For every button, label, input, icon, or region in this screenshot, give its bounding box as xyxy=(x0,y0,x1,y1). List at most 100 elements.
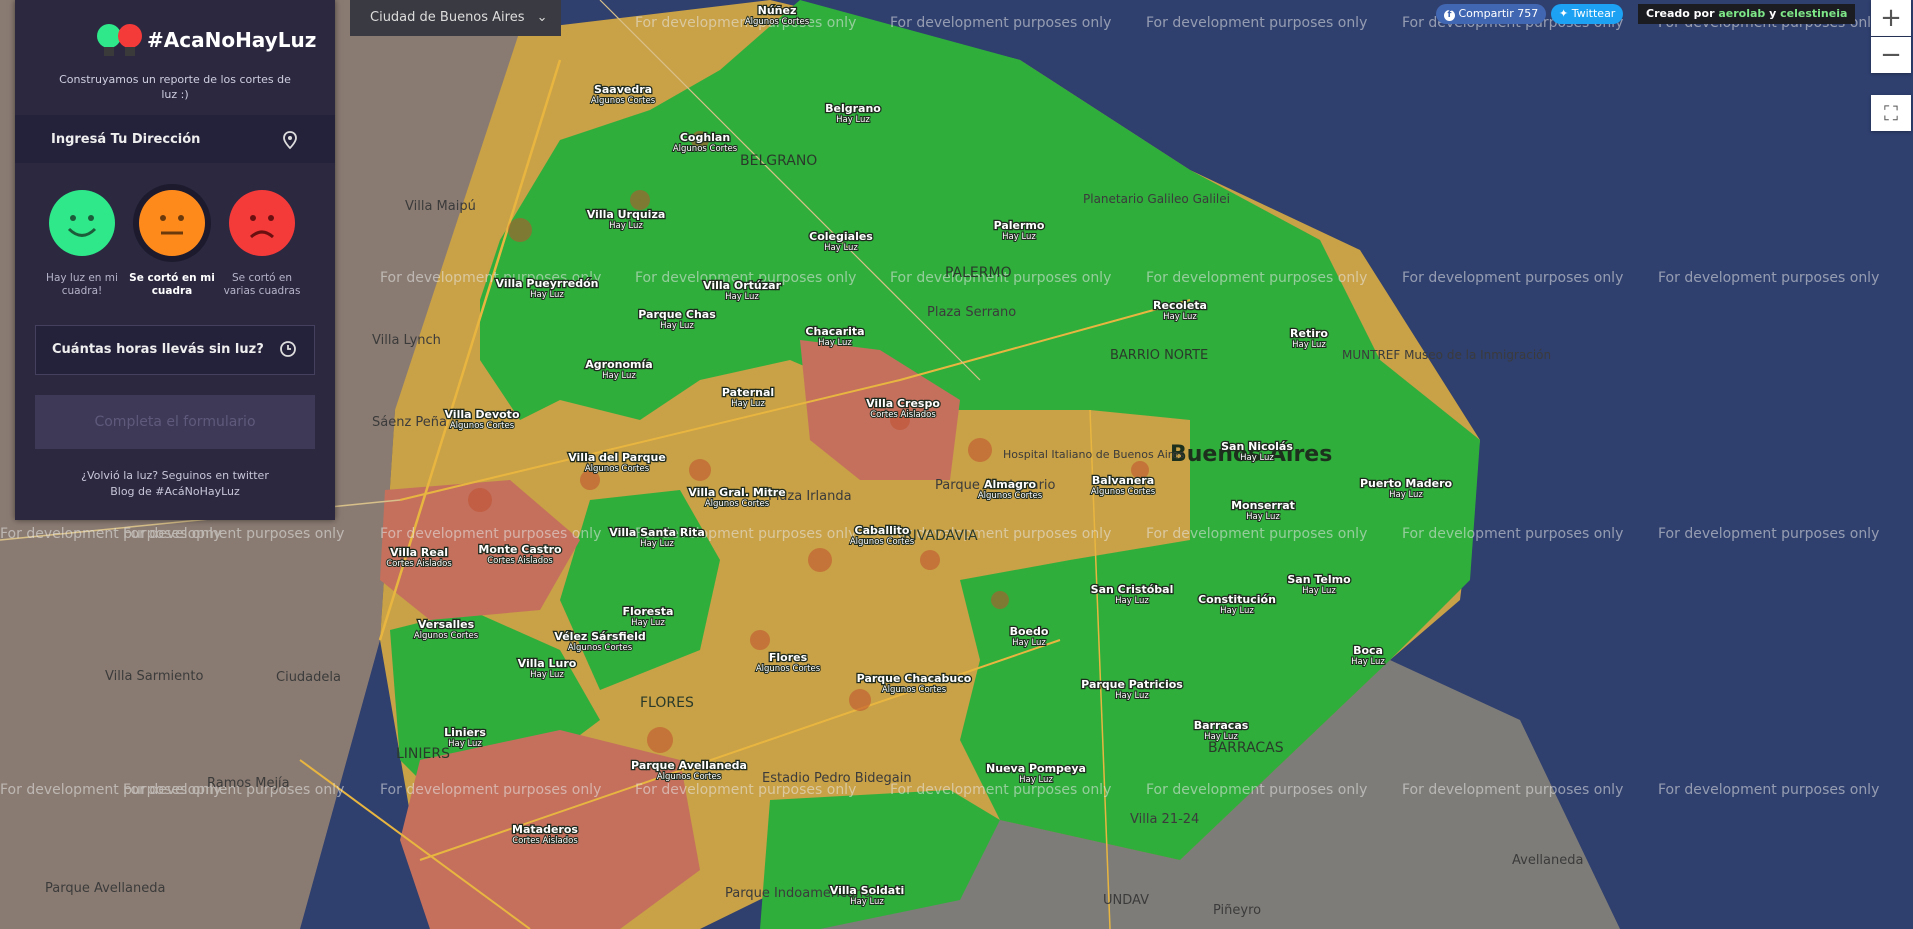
credit-link-aerolab[interactable]: aerolab xyxy=(1718,7,1765,20)
fullscreen-button[interactable]: ⛶ xyxy=(1871,95,1911,131)
status-label: Se cortó en varias cuadras xyxy=(223,272,301,297)
neighborhood-name: Villa Luro xyxy=(518,657,577,670)
neighborhood-name: Puerto Madero xyxy=(1360,477,1453,490)
twitter-bird-icon: ✦ xyxy=(1559,7,1569,20)
neighborhood-label: Villa CrespoCortes Aislados xyxy=(865,396,942,421)
credit-link-celestineia[interactable]: celestineia xyxy=(1780,7,1847,20)
neighborhood-name: Villa Gral. Mitre xyxy=(688,486,785,499)
neutral-face-icon xyxy=(139,190,205,256)
hours-without-power-select[interactable]: Cuántas horas llevás sin luz? xyxy=(35,325,315,375)
zoom-in-button[interactable]: + xyxy=(1871,0,1911,36)
neighborhood-name: Barracas xyxy=(1194,719,1249,732)
place-label: Ciudadela xyxy=(276,670,341,685)
neighborhood-status: Hay Luz xyxy=(1204,732,1238,742)
neighborhood-status: Hay Luz xyxy=(1019,775,1053,785)
place-label: Sáenz Peña xyxy=(372,415,447,430)
neighborhood-label: MataderosCortes Aislados xyxy=(511,822,580,847)
neighborhood-label: Monte CastroCortes Aislados xyxy=(477,542,563,567)
status-option-hay-luz[interactable] xyxy=(49,190,115,256)
neighborhood-label: RetiroHay Luz xyxy=(1289,326,1330,351)
neighborhood-name: San Telmo xyxy=(1287,573,1351,586)
neighborhood-name: Villa Ortúzar xyxy=(703,279,782,292)
neighborhood-status: Algunos Cortes xyxy=(756,664,821,674)
watermark: For development purposes only xyxy=(380,782,601,798)
credits: Creado por aerolab y celestineia xyxy=(1638,4,1856,24)
district-label: BARRIO NORTE xyxy=(1110,348,1208,363)
blog-link[interactable]: Blog de #AcáNoHayLuz xyxy=(55,484,295,500)
status-option-corte-varias[interactable] xyxy=(229,190,295,256)
status-label: Se cortó en mi cuadra xyxy=(129,272,215,297)
watermark: For development purposes only xyxy=(1402,270,1623,286)
clock-icon xyxy=(280,341,296,357)
neighborhood-status: Algunos Cortes xyxy=(591,96,656,106)
place-label: Plaza Serrano xyxy=(927,305,1016,320)
neighborhood-status: Hay Luz xyxy=(818,338,852,348)
neighborhood-label: CaballitoAlgunos Cortes xyxy=(849,523,916,548)
neighborhood-label: BocaHay Luz xyxy=(1350,643,1386,668)
neighborhood-status: Hay Luz xyxy=(824,243,858,253)
neighborhood-name: Villa del Parque xyxy=(568,451,666,464)
neighborhood-name: Recoleta xyxy=(1153,299,1207,312)
address-input[interactable]: Ingresá Tu Dirección xyxy=(15,115,335,163)
neighborhood-name: Nueva Pompeya xyxy=(986,762,1086,775)
neighborhood-name: Chacarita xyxy=(805,325,864,338)
place-label: MUNTREF Museo de la Inmigración xyxy=(1342,348,1551,362)
neighborhood-label: BalvaneraAlgunos Cortes xyxy=(1090,473,1157,498)
neighborhood-name: Boca xyxy=(1353,644,1383,657)
neighborhood-status: Hay Luz xyxy=(731,399,765,409)
neighborhood-status: Cortes Aislados xyxy=(487,556,553,566)
neighborhood-name: Almagro xyxy=(984,478,1036,491)
neighborhood-status: Hay Luz xyxy=(1389,490,1423,500)
watermark: For development purposes only xyxy=(1146,526,1367,542)
neighborhood-status: Cortes Aislados xyxy=(386,559,452,569)
app-subtitle: Construyamos un reporte de los cortes de… xyxy=(59,73,291,101)
submit-button[interactable]: Completa el formulario xyxy=(35,395,315,449)
neighborhood-name: Vélez Sársfield xyxy=(554,630,645,643)
place-label: Parque Avellaneda xyxy=(45,881,165,896)
neighborhood-status: Cortes Aislados xyxy=(512,836,578,846)
neighborhood-status: Algunos Cortes xyxy=(1091,487,1156,497)
neighborhood-status: Hay Luz xyxy=(530,670,564,680)
neighborhood-status: Hay Luz xyxy=(1292,340,1326,350)
neighborhood-label: VersallesAlgunos Cortes xyxy=(413,617,480,642)
watermark: For development purposes only xyxy=(380,526,601,542)
neighborhood-status: Hay Luz xyxy=(602,371,636,381)
app-title: #AcaNoHayLuz xyxy=(147,28,317,52)
neighborhood-name: Constitución xyxy=(1198,593,1276,606)
neighborhood-name: Núñez xyxy=(758,4,797,17)
neighborhood-name: Monte Castro xyxy=(478,543,562,556)
watermark: For development purposes only xyxy=(1658,270,1879,286)
city-select-value: Ciudad de Buenos Aires xyxy=(370,10,525,25)
neighborhood-label: Villa RealCortes Aislados xyxy=(385,545,453,570)
watermark: For development purposes only xyxy=(890,782,1111,798)
neighborhood-name: San Nicolás xyxy=(1221,440,1293,453)
neighborhood-status: Hay Luz xyxy=(660,321,694,331)
watermark: For development purposes only xyxy=(890,15,1111,31)
city-select[interactable]: Ciudad de Buenos Aires ⌄ xyxy=(350,0,561,36)
facebook-share-button[interactable]: f Compartir 757 xyxy=(1436,4,1547,24)
status-option-corte-cuadra[interactable] xyxy=(139,190,205,256)
neighborhood-status: Algunos Cortes xyxy=(745,17,810,27)
twitter-follow-link[interactable]: ¿Volvió la luz? Seguinos en twitter xyxy=(55,468,295,484)
location-pin-icon[interactable] xyxy=(280,130,300,150)
watermark: For development purposes only xyxy=(1402,526,1623,542)
neighborhood-status: Hay Luz xyxy=(1351,657,1385,667)
neighborhood-name: Colegiales xyxy=(809,230,873,243)
watermark: For development purposes only xyxy=(1146,15,1367,31)
neighborhood-name: Floresta xyxy=(623,605,674,618)
neighborhood-label: BoedoHay Luz xyxy=(1008,624,1050,649)
neighborhood-name: Parque Chas xyxy=(638,308,716,321)
facebook-share-label: Compartir 757 xyxy=(1458,7,1539,20)
neighborhood-status: Algunos Cortes xyxy=(450,421,515,431)
neighborhood-name: Liniers xyxy=(444,726,486,739)
watermark: For development purposes only xyxy=(123,526,344,542)
neighborhood-status: Algunos Cortes xyxy=(414,631,479,641)
neighborhood-name: Villa Santa Rita xyxy=(609,526,705,539)
watermark: For development purposes only xyxy=(1658,526,1879,542)
zoom-out-button[interactable]: − xyxy=(1871,37,1911,73)
neighborhood-status: Hay Luz xyxy=(448,739,482,749)
neighborhood-name: Boedo xyxy=(1010,625,1049,638)
district-label: LINIERS xyxy=(396,746,450,762)
neighborhood-status: Hay Luz xyxy=(640,539,674,549)
twitter-share-button[interactable]: ✦ Twittear xyxy=(1551,4,1624,24)
